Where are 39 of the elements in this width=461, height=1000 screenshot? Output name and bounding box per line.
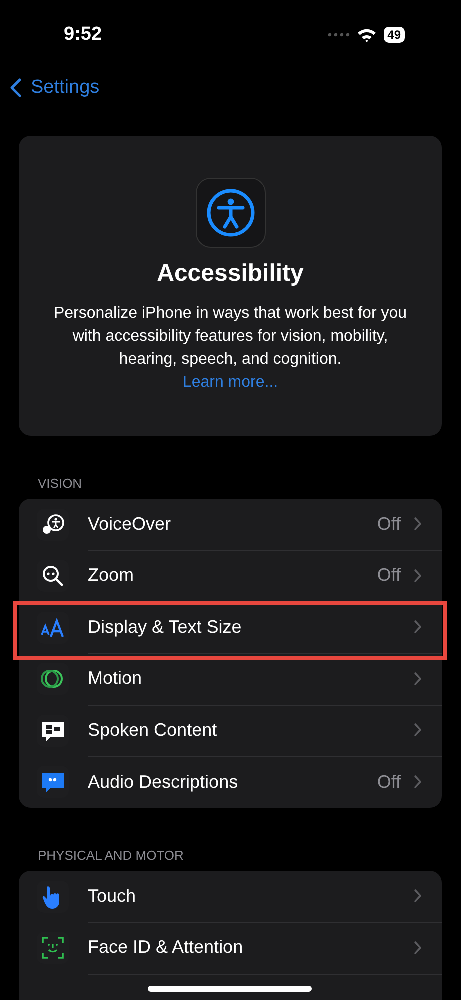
row-label: Display & Text Size (88, 616, 243, 638)
back-button[interactable]: Settings (10, 77, 100, 99)
row-label: Touch (88, 886, 138, 907)
chevron-left-icon (10, 78, 22, 98)
settings-row[interactable]: Face ID & Attention (19, 922, 442, 974)
row-label: Motion (88, 668, 144, 690)
row-label: Spoken Content (88, 720, 218, 741)
status-time: 9:52 (64, 24, 102, 46)
learn-more-link[interactable]: Learn more... (182, 371, 278, 394)
settings-row[interactable]: Touch (19, 871, 442, 922)
row-value: Off (377, 565, 401, 586)
chevron-right-icon (414, 620, 422, 634)
battery-indicator: 49 (384, 27, 405, 43)
chevron-right-icon (414, 889, 422, 904)
description-text: Personalize iPhone in ways that work best for you with accessibility features for vision, mobility, hearing, speech, and cognition. (52, 304, 408, 370)
settings-row[interactable]: Spoken Content (19, 705, 442, 756)
settings-row[interactable]: Display & Text Size (19, 602, 442, 654)
settings-row[interactable]: Motion (19, 654, 442, 705)
wifi-icon (356, 28, 377, 42)
row-label: Face ID & Attention (88, 937, 244, 958)
row-value: Off (377, 514, 401, 535)
section-header: VISION (37, 475, 84, 493)
signal-icon (328, 33, 350, 37)
settings-row[interactable]: Audio Descriptions Off (19, 756, 442, 808)
accessibility-icon (196, 178, 266, 248)
settings-row[interactable]: Zoom Off (19, 550, 442, 602)
row-label: Zoom (88, 565, 136, 586)
row-label: VoiceOver (88, 514, 172, 535)
chevron-right-icon (414, 517, 422, 532)
chevron-right-icon (414, 672, 422, 686)
row-value: Off (377, 772, 401, 793)
chevron-right-icon (414, 940, 422, 955)
chevron-right-icon (414, 568, 422, 583)
page-title: Accessibility (157, 260, 304, 288)
chevron-right-icon (414, 723, 422, 738)
chevron-right-icon (414, 775, 422, 790)
settings-row[interactable]: VoiceOver Off (19, 499, 442, 550)
section-header: PHYSICAL AND MOTOR (37, 847, 185, 865)
row-label: Audio Descriptions (88, 772, 240, 793)
